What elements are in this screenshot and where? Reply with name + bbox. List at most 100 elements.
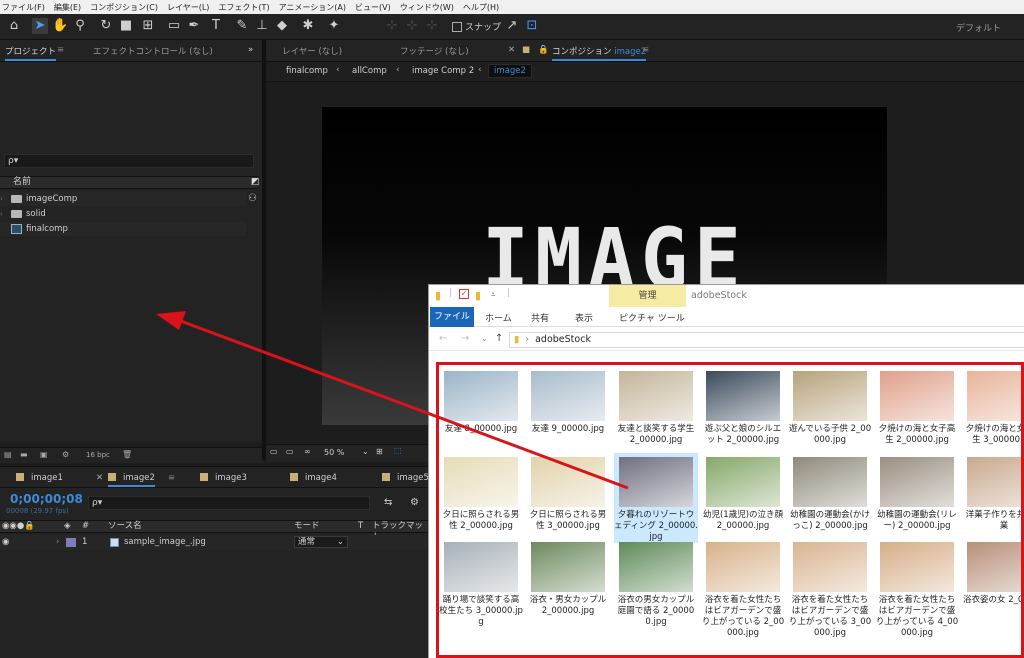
home-icon[interactable]: ⌂ — [6, 18, 22, 34]
layer-source-name[interactable]: sample_image_.jpg — [124, 535, 206, 550]
interpret-footage-icon[interactable]: ▤ — [4, 450, 12, 459]
properties-icon[interactable]: ✓ — [459, 289, 469, 299]
selection-tool-icon[interactable]: ➤ — [32, 18, 48, 34]
snap-toggle[interactable]: スナップ — [452, 20, 501, 33]
menu-view[interactable]: ビュー(V) — [355, 2, 391, 13]
comp-mini-flowchart-icon[interactable]: ⇆ — [384, 497, 392, 508]
draft-3d-icon[interactable]: ⚙ — [410, 497, 419, 508]
ribbon-home-tab[interactable]: ホーム — [485, 311, 512, 324]
hand-tool-icon[interactable]: ✋ — [52, 18, 68, 34]
project-search-input[interactable]: ρ▾ — [4, 154, 254, 168]
column-tag-icon[interactable]: ◩ — [251, 177, 260, 188]
trash-icon[interactable]: 🗑 — [122, 450, 132, 459]
local-axis-icon[interactable]: ⊹ — [384, 18, 400, 34]
snap-edge-icon[interactable]: ↗ — [504, 18, 520, 34]
menu-file[interactable]: ファイル(F) — [2, 2, 45, 13]
puppet-pin-tool-icon[interactable]: ✦ — [326, 18, 342, 34]
pen-tool-icon[interactable]: ✒ — [186, 18, 202, 34]
tab-footage[interactable]: フッテージ (なし) — [400, 45, 469, 57]
project-item[interactable]: finalcomp — [0, 222, 246, 236]
blend-mode-select[interactable]: 通常 ⌄ — [294, 536, 348, 548]
expand-panels-icon[interactable]: » — [248, 45, 253, 55]
label-color-swatch[interactable] — [66, 538, 76, 547]
column-mode[interactable]: モード — [294, 521, 320, 532]
eye-icon[interactable]: ◉ — [2, 535, 9, 550]
menu-animation[interactable]: アニメーション(A) — [279, 2, 346, 13]
label-column-icon[interactable]: ◈ — [64, 521, 71, 532]
timeline-layer-row[interactable]: ◉ › 1 sample_image_.jpg 通常 ⌄ — [0, 535, 430, 550]
region-of-interest-icon[interactable]: ⬚ — [394, 446, 402, 455]
tab-image2[interactable]: image2 — [108, 473, 155, 487]
eraser-tool-icon[interactable]: ◆ — [274, 18, 290, 34]
visibility-column-icon[interactable]: ◉◉●🔒 — [2, 521, 35, 532]
forward-arrow-icon[interactable]: → — [461, 333, 469, 344]
chevron-down-icon[interactable]: ⌄ — [481, 334, 488, 343]
brush-tool-icon[interactable]: ✎ — [234, 18, 250, 34]
world-axis-icon[interactable]: ⊹ — [404, 18, 420, 34]
zoom-tool-icon[interactable]: ⚲ — [72, 18, 88, 34]
zoom-select[interactable]: 50 % — [324, 448, 344, 457]
ribbon-picture-tools-tab[interactable]: ピクチャ ツール — [619, 311, 685, 324]
lock-icon[interactable]: 🔒 — [538, 45, 549, 55]
timeline-search-input[interactable]: ρ▾ — [88, 496, 370, 510]
up-arrow-icon[interactable]: ↑ — [495, 333, 503, 344]
project-item[interactable]: › imageComp — [0, 192, 246, 206]
tab-image3[interactable]: image3 — [200, 473, 247, 483]
project-item[interactable]: › solid — [0, 207, 246, 221]
tab-image5[interactable]: image5 — [382, 473, 429, 483]
breadcrumb-item[interactable]: image Comp 2 — [412, 66, 474, 76]
quick-access-dropdown-icon[interactable]: ⩡ — [491, 290, 496, 300]
workspace-default[interactable]: デフォルト — [956, 21, 1001, 34]
pan-behind-tool-icon[interactable]: ⊞ — [140, 18, 156, 34]
tab-effect-controls[interactable]: エフェクトコントロール (なし) — [93, 45, 213, 57]
vr-glasses-icon[interactable]: ∞ — [304, 447, 311, 456]
panel-menu-icon[interactable]: ≡ — [57, 45, 64, 55]
current-time[interactable]: 0;00;00;08 — [10, 492, 83, 506]
address-bar[interactable]: ▮ › adobeStock — [509, 332, 1024, 348]
camera-tool-icon[interactable]: ■ — [118, 18, 134, 34]
tab-composition[interactable]: コンポジション image2 — [552, 45, 647, 61]
back-arrow-icon[interactable]: ← — [439, 333, 447, 344]
menu-window[interactable]: ウィンドウ(W) — [400, 2, 454, 13]
menu-help[interactable]: ヘルプ(H) — [463, 2, 499, 13]
settings-icon[interactable]: ⚙ — [62, 450, 69, 459]
close-tab-icon[interactable]: ✕ — [508, 45, 515, 55]
tab-image4[interactable]: image4 — [290, 473, 337, 483]
breadcrumb-item-active[interactable]: image2 — [488, 64, 532, 78]
snap-feature-icon[interactable]: ⊡ — [524, 18, 540, 34]
chevron-down-icon[interactable]: ⌄ — [362, 447, 369, 456]
new-comp-icon[interactable]: ▣ — [40, 450, 48, 459]
breadcrumb-item[interactable]: allComp — [352, 66, 387, 76]
close-tab-icon[interactable]: ✕ — [96, 473, 103, 483]
view-axis-icon[interactable]: ⊹ — [424, 18, 440, 34]
rotate-tool-icon[interactable]: ↻ — [98, 18, 114, 34]
menu-layer[interactable]: レイヤー(L) — [167, 2, 209, 13]
roto-brush-tool-icon[interactable]: ✱ — [300, 18, 316, 34]
manage-tab[interactable]: 管理 — [609, 285, 686, 307]
clone-stamp-tool-icon[interactable]: ⊥ — [254, 18, 270, 34]
tab-project[interactable]: プロジェクト — [5, 45, 57, 61]
snap-checkbox[interactable] — [452, 21, 462, 32]
new-folder-icon[interactable]: ▮ — [475, 289, 481, 302]
text-tool-icon[interactable]: T — [208, 18, 224, 34]
column-name[interactable]: 名前 — [13, 177, 31, 188]
column-source-name[interactable]: ソース名 — [108, 521, 142, 532]
panel-menu-icon[interactable]: ≡ — [642, 45, 649, 55]
bpc-label[interactable]: 16 bpc — [86, 451, 110, 459]
panel-menu-icon[interactable]: ≡ — [168, 473, 175, 483]
ribbon-share-tab[interactable]: 共有 — [531, 311, 549, 324]
fit-icon[interactable]: ⊞ — [376, 447, 383, 456]
menu-effect[interactable]: エフェクト(T) — [218, 2, 269, 13]
menu-edit[interactable]: 編集(E) — [54, 2, 81, 13]
ribbon-file-tab[interactable]: ファイル — [430, 307, 474, 327]
display-icon[interactable]: ▭ — [286, 447, 294, 456]
rectangle-tool-icon[interactable]: ▭ — [166, 18, 182, 34]
tab-layer[interactable]: レイヤー (なし) — [282, 45, 342, 57]
breadcrumb-item[interactable]: finalcomp — [286, 66, 328, 76]
ribbon-view-tab[interactable]: 表示 — [575, 311, 593, 324]
monitor-icon[interactable]: ▭ — [270, 447, 278, 456]
disclosure-icon[interactable]: › — [56, 535, 59, 550]
new-folder-icon[interactable]: ▬ — [20, 450, 28, 459]
flowchart-icon[interactable]: ⚇ — [248, 193, 257, 204]
column-t[interactable]: T — [358, 521, 363, 532]
